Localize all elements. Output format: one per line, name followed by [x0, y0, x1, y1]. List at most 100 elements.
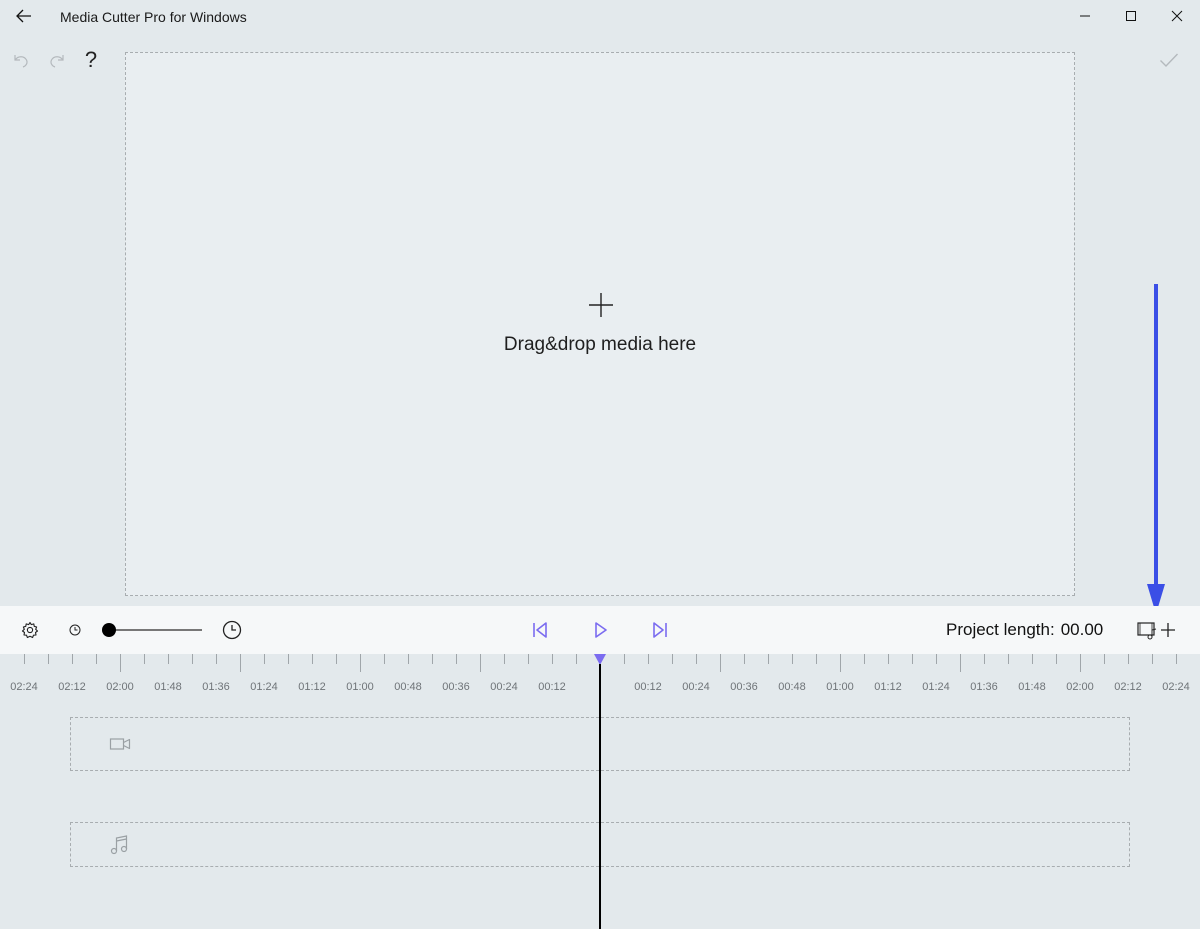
plus-icon — [589, 293, 613, 317]
ruler-label: 01:00 — [346, 681, 374, 693]
ruler-tick — [408, 654, 409, 664]
play-button[interactable] — [588, 618, 612, 642]
ruler-tick — [792, 654, 793, 664]
ruler-label: 02:12 — [58, 681, 86, 693]
ruler-label: 02:24 — [10, 681, 38, 693]
ruler-label: 01:12 — [874, 681, 902, 693]
ruler-tick — [984, 654, 985, 664]
ruler-label: 00:36 — [730, 681, 758, 693]
ruler-tick — [1152, 654, 1153, 664]
ruler-major-tick — [720, 654, 721, 672]
ruler-label: 02:12 — [1114, 681, 1142, 693]
title-bar: Media Cutter Pro for Windows — [0, 0, 1200, 34]
ruler-tick — [192, 654, 193, 664]
clock-large-icon — [222, 620, 242, 640]
ruler-tick — [432, 654, 433, 664]
ruler-tick — [912, 654, 913, 664]
undo-icon — [14, 55, 28, 68]
project-length-value: 00.00 — [1060, 620, 1104, 639]
playhead-line[interactable] — [599, 664, 601, 929]
maximize-button[interactable] — [1108, 0, 1154, 32]
zoom-in-clock[interactable] — [220, 618, 244, 642]
ruler-tick — [96, 654, 97, 664]
settings-button[interactable] — [18, 618, 42, 642]
ruler-major-tick — [840, 654, 841, 672]
ruler-label: 00:36 — [442, 681, 470, 693]
ruler-tick — [384, 654, 385, 664]
ruler-tick — [1056, 654, 1057, 664]
annotation-arrow-icon — [1147, 284, 1165, 614]
ruler-tick — [528, 654, 529, 664]
ruler-tick — [888, 654, 889, 664]
ruler-tick — [144, 654, 145, 664]
minimize-button[interactable] — [1062, 0, 1108, 32]
ruler-label: 01:24 — [922, 681, 950, 693]
close-icon — [1171, 10, 1183, 22]
ruler-tick — [168, 654, 169, 664]
zoom-slider-track[interactable] — [108, 629, 202, 631]
ruler-tick — [648, 654, 649, 664]
ruler-major-tick — [960, 654, 961, 672]
play-icon — [595, 622, 607, 638]
ruler-tick — [1104, 654, 1105, 664]
zoom-slider[interactable] — [102, 622, 204, 638]
ruler-tick — [816, 654, 817, 664]
gear-icon — [21, 621, 39, 639]
music-note-icon — [110, 835, 128, 855]
ruler-tick — [312, 654, 313, 664]
ruler-tick — [456, 654, 457, 664]
playback-toolbar: Project length: 00.00 — [0, 606, 1200, 654]
ruler-major-tick — [360, 654, 361, 672]
help-button[interactable]: ? — [76, 45, 106, 75]
ruler-tick — [1008, 654, 1009, 664]
ruler-major-tick — [1080, 654, 1081, 672]
ruler-label: 02:24 — [1162, 681, 1190, 693]
ruler-tick — [24, 654, 25, 664]
drop-zone-label: Drag&drop media here — [503, 334, 697, 355]
ruler-tick — [72, 654, 73, 664]
ruler-tick — [48, 654, 49, 664]
ruler-major-tick — [480, 654, 481, 672]
ruler-tick — [288, 654, 289, 664]
ruler-label: 01:00 — [826, 681, 854, 693]
ruler-label: 01:24 — [250, 681, 278, 693]
ruler-tick — [744, 654, 745, 664]
ruler-tick — [552, 654, 553, 664]
zoom-out-clock[interactable] — [67, 622, 83, 638]
maximize-icon — [1126, 11, 1136, 21]
ruler-label: 01:48 — [154, 681, 182, 693]
skip-end-icon — [653, 622, 667, 638]
undo-button[interactable] — [6, 45, 36, 75]
ruler-label: 00:24 — [490, 681, 518, 693]
ruler-label: 02:00 — [1066, 681, 1094, 693]
close-button[interactable] — [1154, 0, 1200, 32]
back-button[interactable] — [8, 3, 40, 29]
ruler-major-tick — [120, 654, 121, 672]
skip-to-end-button[interactable] — [648, 618, 672, 642]
ruler-tick — [336, 654, 337, 664]
media-drop-zone[interactable]: Drag&drop media here — [125, 52, 1075, 596]
ruler-tick — [696, 654, 697, 664]
redo-button[interactable] — [42, 45, 72, 75]
checkmark-icon — [1160, 53, 1179, 68]
zoom-slider-thumb[interactable] — [102, 623, 116, 637]
ruler-label: 00:48 — [394, 681, 422, 693]
video-camera-icon — [109, 738, 131, 750]
skip-to-start-button[interactable] — [528, 618, 552, 642]
ruler-label: 00:12 — [634, 681, 662, 693]
ruler-label: 00:12 — [538, 681, 566, 693]
minimize-icon — [1080, 15, 1090, 17]
ruler-tick — [576, 654, 577, 664]
confirm-button[interactable] — [1154, 45, 1184, 75]
ruler-tick — [672, 654, 673, 664]
add-media-button[interactable] — [1134, 617, 1178, 643]
ruler-label: 01:36 — [202, 681, 230, 693]
ruler-tick — [1128, 654, 1129, 664]
redo-icon — [50, 55, 64, 68]
ruler-tick — [504, 654, 505, 664]
ruler-tick — [1176, 654, 1177, 664]
ruler-major-tick — [240, 654, 241, 672]
clock-small-icon — [69, 624, 81, 636]
ruler-tick — [624, 654, 625, 664]
add-media-icon — [1137, 622, 1175, 640]
